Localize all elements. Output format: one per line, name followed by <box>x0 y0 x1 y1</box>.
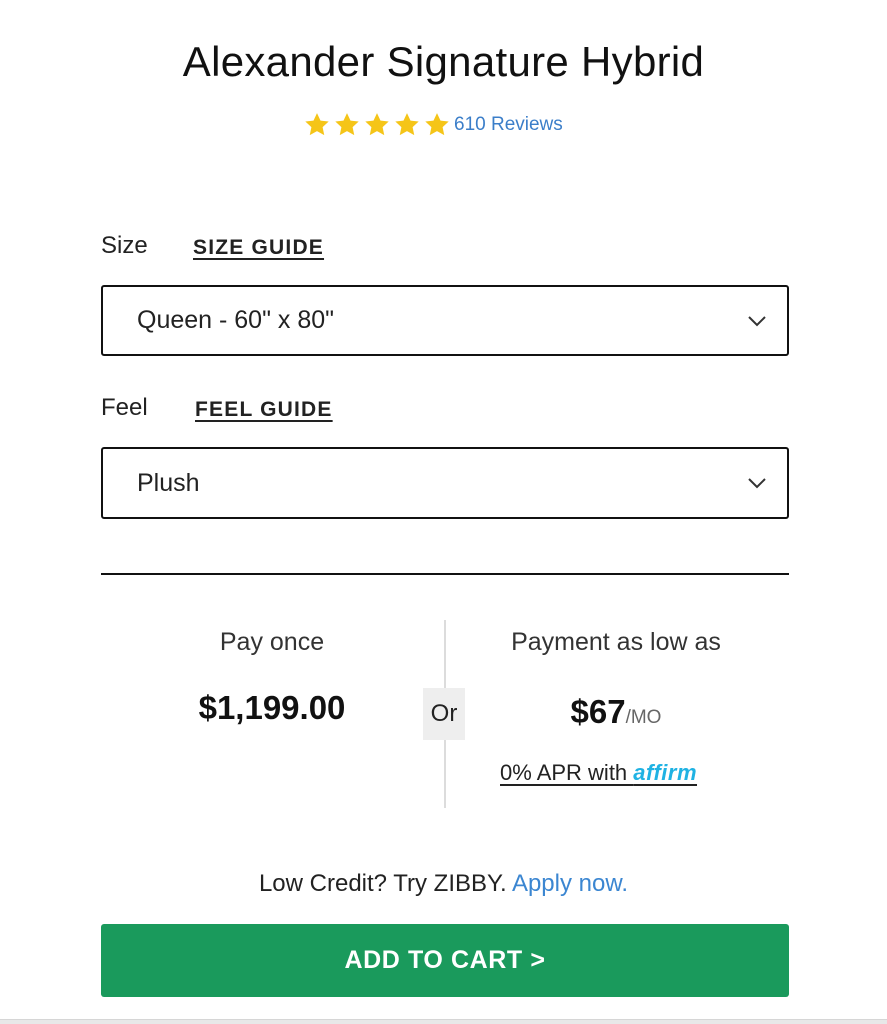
reviews-link[interactable]: 610 Reviews <box>454 114 563 136</box>
star-icon <box>302 111 332 139</box>
or-separator: Or <box>423 688 465 740</box>
chevron-down-icon <box>747 315 767 327</box>
size-guide-link[interactable]: SIZE GUIDE <box>193 236 324 260</box>
star-icon <box>392 111 422 139</box>
star-icon <box>362 111 392 139</box>
pay-once-option[interactable]: Pay once $1,199.00 <box>152 628 392 727</box>
pay-once-price: $1,199.00 <box>198 689 346 726</box>
feel-guide-link[interactable]: FEEL GUIDE <box>195 398 333 422</box>
payment-plan-option[interactable]: Payment as low as $67/MO <box>486 628 746 731</box>
feel-label: Feel <box>101 394 148 421</box>
apply-now-link[interactable]: Apply now. <box>512 870 628 897</box>
feel-select[interactable]: Plush <box>101 447 789 519</box>
pay-once-label: Pay once <box>219 628 325 656</box>
affirm-logo: affirm <box>633 760 698 785</box>
star-icon <box>422 111 452 139</box>
affirm-apr-link[interactable]: 0% APR with affirm <box>500 760 697 786</box>
page-bottom-edge <box>0 1019 887 1024</box>
credit-text: Low Credit? Try ZIBBY. <box>258 870 512 897</box>
feel-select-value: Plush <box>137 468 200 497</box>
credit-notice: Low Credit? Try ZIBBY. Apply now. <box>0 870 887 898</box>
rating-row: 610 Reviews <box>302 110 563 140</box>
apr-text: 0% APR with <box>500 760 634 785</box>
payment-label: Payment as low as <box>511 628 721 656</box>
monthly-price: $67 <box>570 693 626 730</box>
size-label: Size <box>101 232 148 259</box>
product-panel: Alexander Signature Hybrid 610 Reviews S… <box>0 0 887 1024</box>
product-title: Alexander Signature Hybrid <box>182 38 705 85</box>
monthly-unit: /MO <box>625 707 662 728</box>
star-icon <box>332 111 362 139</box>
size-select[interactable]: Queen - 60" x 80" <box>101 285 789 356</box>
chevron-down-icon <box>747 477 767 489</box>
add-to-cart-button[interactable]: ADD TO CART > <box>101 924 789 997</box>
section-divider <box>101 573 789 575</box>
monthly-price-row: $67/MO <box>486 693 746 731</box>
size-select-value: Queen - 60" x 80" <box>137 306 335 334</box>
